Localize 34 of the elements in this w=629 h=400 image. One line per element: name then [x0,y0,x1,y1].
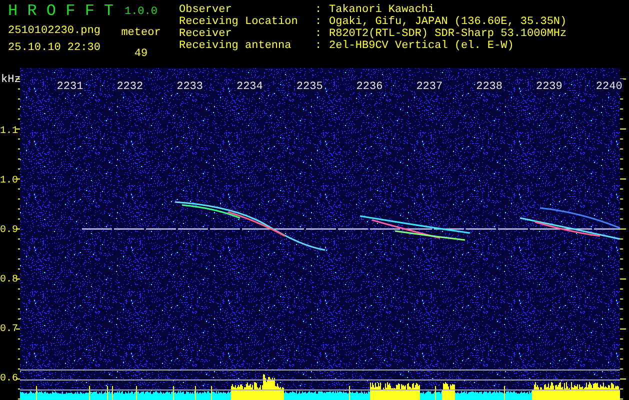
date-time: 25.10.10 22:30 [8,42,102,54]
info-label: Observer [179,4,232,16]
time-label: 2236 [356,81,383,93]
time-label: 2235 [296,81,323,93]
time-label: 2234 [236,81,263,93]
time-label: 2232 [116,81,144,93]
separator: : [315,4,322,16]
frequency-label: 0.8 [0,274,18,286]
info-label: Receiving Location [179,16,298,28]
time-label: 2237 [416,81,443,93]
frequency-label: 0.6 [0,374,18,384]
separator: : [315,16,322,28]
frequency-label: 1.0 [0,176,18,186]
info-value: Ogaki, Gifu, JAPAN (136.60E, 35.35N) [329,16,567,28]
info-value: 2el-HB9CV Vertical (el. E-W) [329,40,514,52]
info-value: R820T2(RTL-SDR) SDR-Sharp 53.1000MHz [329,28,567,40]
time-label: 2238 [476,81,502,93]
time-label: 2239 [536,81,562,93]
version-label: 1.0.0 [124,6,158,18]
info-label: Receiver [179,28,232,40]
separator: : [315,28,322,40]
unit-label: kHz [1,74,21,86]
info-label: Receiving antenna [179,40,292,52]
frequency-label: 0.9 [0,225,18,236]
meteor-count: 49 [134,48,148,60]
time-label: 2231 [56,81,84,93]
separator: : [315,40,322,52]
file-name: 2510102230.png [8,25,102,37]
info-value: Takanori Kawachi [329,4,435,16]
frequency-label: 1.1 [0,126,18,137]
frequency-label: 0.7 [0,324,18,335]
count-label: meteor [121,27,161,39]
time-label: 2233 [176,81,203,93]
time-label: 2240 [596,81,622,93]
